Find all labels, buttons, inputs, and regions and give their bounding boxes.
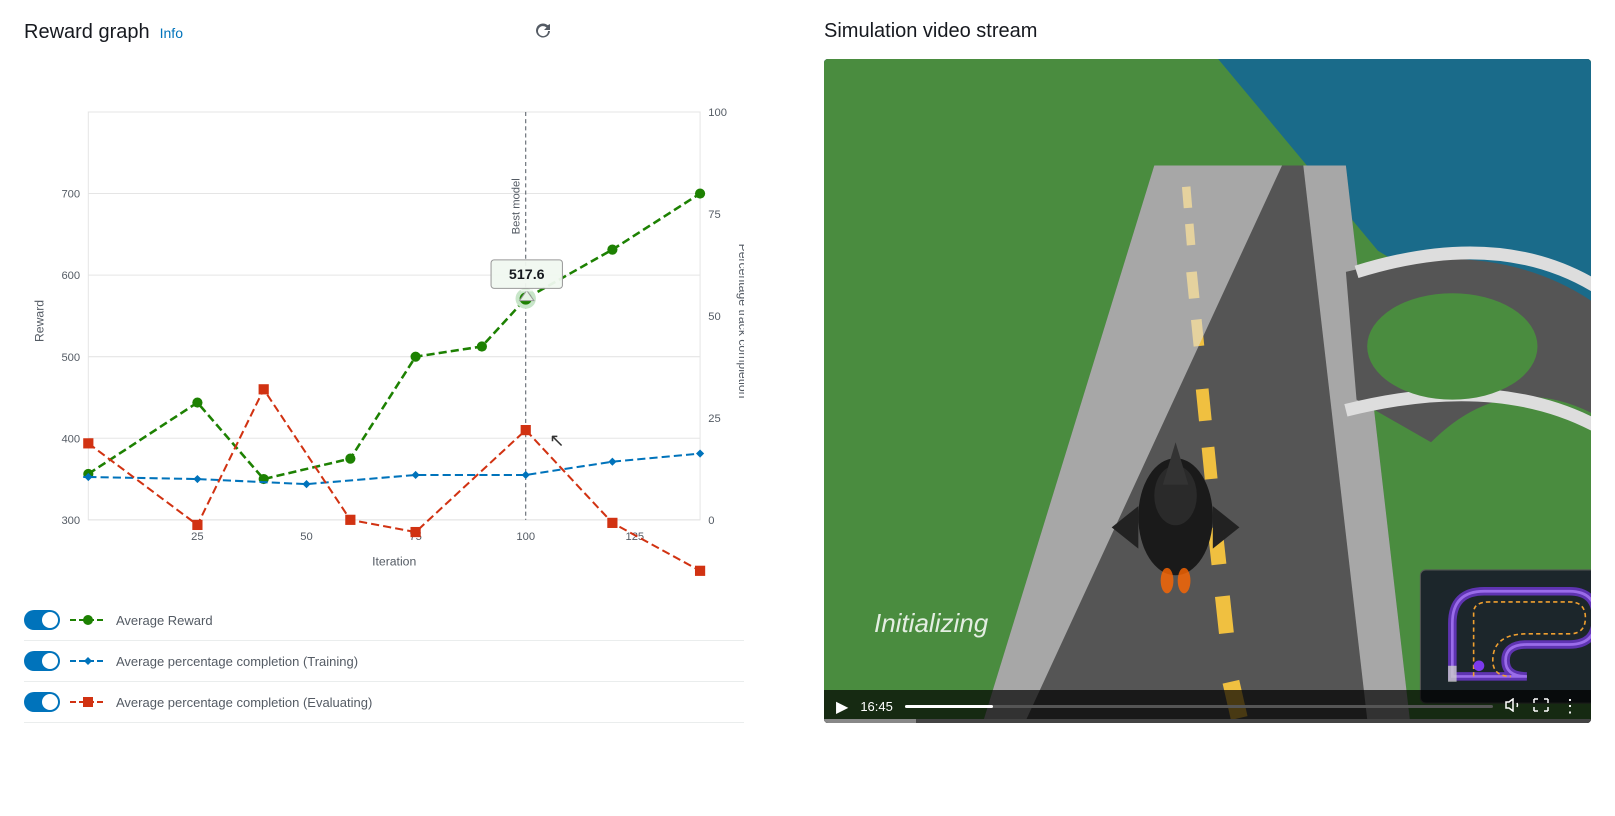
legend-avg-pct-evaluating: Average percentage completion (Evaluatin… (24, 682, 744, 723)
svg-text:50: 50 (708, 311, 720, 323)
legend-avg-pct-training: Average percentage completion (Training) (24, 641, 744, 682)
legend-label-avg-pct-training: Average percentage completion (Training) (116, 654, 358, 669)
right-panel: Simulation video stream (824, 20, 1591, 796)
legend-toggle-avg-pct-training[interactable] (24, 651, 60, 671)
fullscreen-icon[interactable] (1533, 698, 1549, 715)
legend-line-avg-pct-evaluating (70, 695, 106, 709)
svg-text:517.6: 517.6 (509, 267, 545, 283)
more-options-icon[interactable]: ⋮ (1561, 696, 1579, 717)
svg-text:400: 400 (61, 433, 80, 445)
video-scrubber[interactable] (824, 719, 1591, 723)
svg-text:↖: ↖ (549, 429, 564, 450)
video-status-text: Initializing (874, 608, 988, 639)
svg-text:Iteration: Iteration (372, 555, 416, 569)
info-badge[interactable]: Info (160, 25, 183, 41)
svg-text:100: 100 (708, 107, 727, 119)
legend-label-avg-reward: Average Reward (116, 613, 213, 628)
chart-svg: .axis-label { font-size: 12px; fill: #54… (24, 61, 744, 581)
svg-text:75: 75 (708, 209, 720, 221)
legend-line-avg-pct-training (70, 654, 106, 668)
legend-avg-reward: Average Reward (24, 600, 744, 641)
svg-text:700: 700 (61, 189, 80, 201)
reward-chart: .axis-label { font-size: 12px; fill: #54… (24, 61, 744, 621)
svg-text:50: 50 (300, 531, 312, 543)
video-progress-fill (905, 705, 993, 708)
refresh-icon[interactable] (533, 20, 553, 45)
volume-icon[interactable] (1505, 698, 1521, 715)
legend-toggle-avg-pct-evaluating[interactable] (24, 692, 60, 712)
video-stream-title: Simulation video stream (824, 20, 1037, 43)
svg-text:125: 125 (625, 531, 644, 543)
svg-text:300: 300 (61, 515, 80, 527)
reward-graph-header: Reward graph Info (24, 20, 784, 45)
video-progress-bar[interactable] (905, 705, 1493, 708)
legend-toggle-avg-reward[interactable] (24, 610, 60, 630)
video-frame: Initializing (824, 59, 1591, 719)
chart-legend: Average Reward Average percentage comple… (24, 600, 744, 723)
reward-graph-title: Reward graph (24, 21, 150, 44)
svg-text:0: 0 (708, 515, 714, 527)
svg-text:Percentage track completion: Percentage track completion (736, 244, 744, 399)
svg-text:100: 100 (516, 531, 535, 543)
svg-text:500: 500 (61, 352, 80, 364)
video-time: 16:45 (860, 699, 893, 714)
svg-text:25: 25 (191, 531, 203, 543)
video-stream-header: Simulation video stream (824, 20, 1591, 43)
svg-text:Reward: Reward (32, 300, 46, 342)
svg-text:600: 600 (61, 270, 80, 282)
legend-label-avg-pct-evaluating: Average percentage completion (Evaluatin… (116, 695, 372, 710)
left-panel: Reward graph Info .axis-label { font-siz… (24, 20, 784, 796)
legend-line-avg-reward (70, 613, 106, 627)
svg-text:Best model: Best model (511, 178, 523, 234)
video-scrubber-fill (824, 719, 916, 723)
svg-text:25: 25 (708, 413, 720, 425)
play-button[interactable]: ▶ (836, 697, 848, 717)
video-container[interactable]: Initializing ▶ 16:45 (824, 59, 1591, 723)
